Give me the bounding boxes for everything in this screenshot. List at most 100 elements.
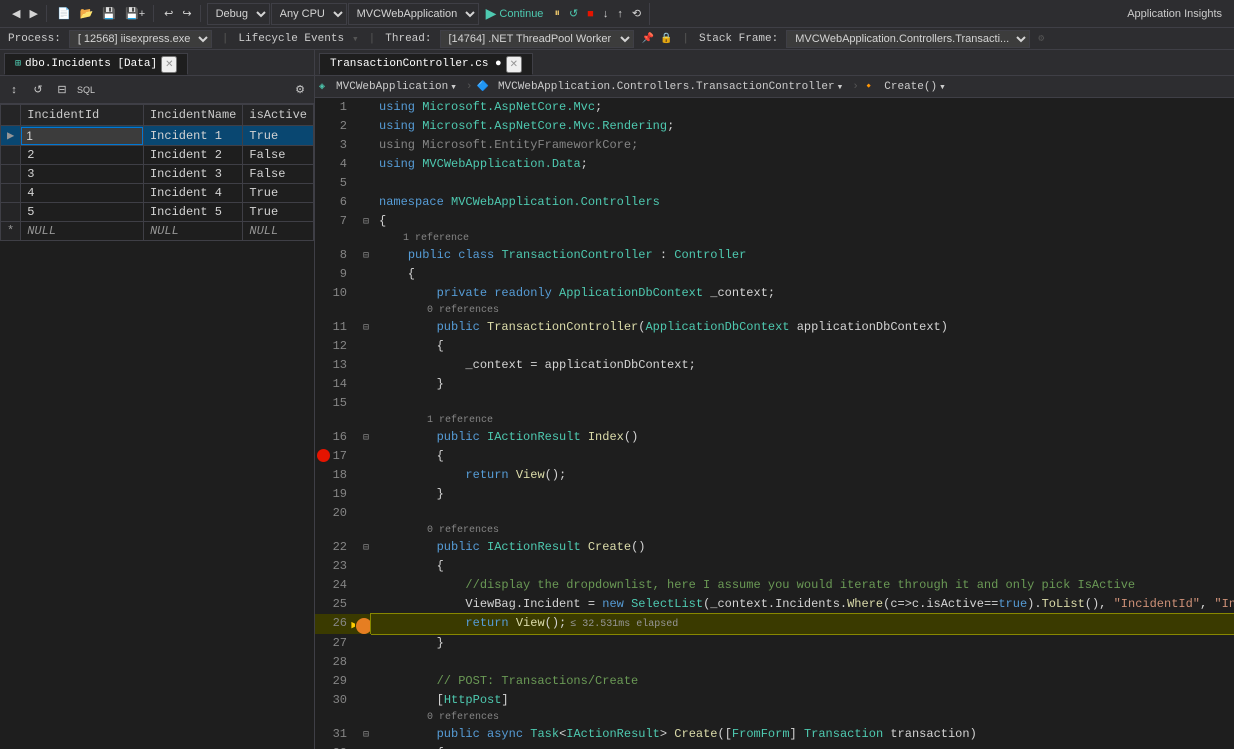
code-line-25: 25 ViewBag.Incident = new SelectList(_co… (315, 595, 1234, 614)
data-tab-label: dbo.Incidents [Data] (25, 58, 157, 70)
table-row[interactable]: ▶ Incident 1 True (1, 126, 314, 146)
editor-tab[interactable]: TransactionController.cs ● ✕ (319, 53, 533, 75)
row-id-cell[interactable]: 2 (21, 146, 144, 165)
step-over-button[interactable]: ⏸ (550, 5, 564, 22)
code-line-28: 28 (315, 653, 1234, 672)
row-active-cell[interactable]: True (243, 203, 314, 222)
editor-nav-bar: ◈ MVCWebApplication ▾ › 🔷 MVCWebApplicat… (315, 76, 1234, 98)
thread-select[interactable]: [14764] .NET ThreadPool Worker (440, 30, 634, 48)
row-new-indicator: * (1, 222, 21, 241)
save-all-button[interactable]: 💾+ (121, 5, 149, 22)
project-dropdown[interactable]: MVCWebApplication (348, 3, 479, 25)
step-into-button[interactable]: ↓ (599, 6, 613, 22)
code-line-11: 11 ⊟ public TransactionController(Applic… (315, 318, 1234, 337)
open-file-button[interactable]: 📂 (76, 5, 98, 22)
table-row[interactable]: 2 Incident 2 False (1, 146, 314, 165)
row-active-cell[interactable]: False (243, 146, 314, 165)
step-back-button[interactable]: ⟲ (628, 5, 645, 22)
data-tab-close[interactable]: ✕ (161, 56, 177, 73)
code-line-20: 20 (315, 504, 1234, 523)
row-active-cell[interactable]: True (243, 126, 314, 146)
code-editor[interactable]: 1 using Microsoft.AspNetCore.Mvc; 2 usin… (315, 98, 1234, 749)
nav-group: ◀ ▶ (4, 5, 47, 22)
editor-tab-label: TransactionController.cs ● (330, 58, 502, 70)
new-file-button[interactable]: 📄 (53, 5, 75, 22)
restart-button[interactable]: ↺ (565, 5, 582, 22)
row-id-cell[interactable]: 3 (21, 165, 144, 184)
null-name-cell[interactable]: NULL (143, 222, 242, 241)
data-tab[interactable]: ⊞ dbo.Incidents [Data] ✕ (4, 53, 188, 75)
sort-button[interactable]: ↕ (4, 80, 24, 100)
code-line-29: 29 // POST: Transactions/Create (315, 672, 1234, 691)
row-name-cell[interactable]: Incident 2 (143, 146, 242, 165)
row-id-cell[interactable]: 4 (21, 184, 144, 203)
undo-redo-group: ↩ ↪ (156, 5, 200, 22)
data-tab-bar: ⊞ dbo.Incidents [Data] ✕ (0, 50, 314, 76)
project-breadcrumb[interactable]: MVCWebApplication ▾ (331, 78, 462, 96)
editor-tab-close[interactable]: ✕ (506, 56, 522, 73)
code-line-8-hint: 1 reference (315, 231, 1234, 246)
col-indicator-header (1, 105, 21, 126)
save-button[interactable]: 💾 (98, 5, 120, 22)
back-button[interactable]: ◀ (8, 5, 24, 22)
stop-button[interactable]: ■ (583, 6, 598, 22)
id-edit-input[interactable] (21, 127, 143, 145)
code-line-7: 7 ⊟ { (315, 212, 1234, 231)
code-line-3: 3 using Microsoft.EntityFrameworkCore; (315, 136, 1234, 155)
row-active-cell[interactable]: True (243, 184, 314, 203)
code-line-22: 22 ⊟ public IActionResult Create() (315, 538, 1234, 557)
row-indicator: ▶ (1, 126, 21, 146)
table-row[interactable]: 5 Incident 5 True (1, 203, 314, 222)
step-out-button[interactable]: ↑ (613, 6, 627, 22)
null-id-cell[interactable]: NULL (21, 222, 144, 241)
row-name-cell[interactable]: Incident 1 (143, 126, 242, 146)
row-indicator (1, 146, 21, 165)
continue-button[interactable]: ▶ Continue (480, 3, 550, 24)
data-grid[interactable]: IncidentId IncidentName isActive ▶ Incid… (0, 104, 314, 749)
data-tab-icon: ⊞ (15, 58, 21, 70)
script-button[interactable]: SQL (76, 80, 96, 100)
row-id-cell[interactable] (21, 126, 144, 146)
code-line-32: 32 { (315, 744, 1234, 749)
row-name-cell[interactable]: Incident 4 (143, 184, 242, 203)
process-label: Process: (8, 33, 61, 45)
table-row[interactable]: 3 Incident 3 False (1, 165, 314, 184)
code-line-15: 15 (315, 394, 1234, 413)
code-line-8: 8 ⊟ public class TransactionController :… (315, 246, 1234, 265)
code-line-21-hint: 0 references (315, 523, 1234, 538)
row-indicator (1, 184, 21, 203)
process-select[interactable]: [ 12568] iisexpress.exe (69, 30, 212, 48)
code-line-14: 14 } (315, 375, 1234, 394)
forward-button[interactable]: ▶ (25, 5, 41, 22)
code-line-18: 18 return View(); (315, 466, 1234, 485)
code-line-13: 13 _context = applicationDbContext; (315, 356, 1234, 375)
code-line-16: 16 ⊟ public IActionResult Index() (315, 428, 1234, 447)
col-incidentid-header[interactable]: IncidentId (21, 105, 144, 126)
filter-button[interactable]: ⊟ (52, 80, 72, 100)
row-id-cell[interactable]: 5 (21, 203, 144, 222)
row-name-cell[interactable]: Incident 3 (143, 165, 242, 184)
row-active-cell[interactable]: False (243, 165, 314, 184)
main-toolbar: ◀ ▶ 📄 📂 💾 💾+ ↩ ↪ Debug Any CPU MVCWebApp… (0, 0, 1234, 28)
mvc-icon: ◈ (319, 81, 325, 93)
table-row[interactable]: 4 Incident 4 True (1, 184, 314, 203)
user-avatar (356, 618, 372, 634)
settings-button[interactable]: ⚙ (290, 80, 310, 100)
redo-button[interactable]: ↪ (178, 5, 195, 22)
table-row-null[interactable]: * NULL NULL NULL (1, 222, 314, 241)
method-icon: 🔸 (863, 81, 875, 93)
debug-dropdown[interactable]: Debug (207, 3, 270, 25)
row-name-cell[interactable]: Incident 5 (143, 203, 242, 222)
stack-frame-select[interactable]: MVCWebApplication.Controllers.Transacti.… (786, 30, 1030, 48)
refresh-button[interactable]: ↺ (28, 80, 48, 100)
class-breadcrumb[interactable]: MVCWebApplication.Controllers.Transactio… (493, 78, 848, 96)
undo-button[interactable]: ↩ (160, 5, 177, 22)
app-insights-button[interactable]: Application Insights (1119, 6, 1230, 22)
method-breadcrumb[interactable]: Create() ▾ (879, 78, 950, 96)
code-line-26: 26 ▶ return View();≤ 32.531ms elapsed (315, 614, 1234, 634)
null-active-cell[interactable]: NULL (243, 222, 314, 241)
platform-dropdown[interactable]: Any CPU (271, 3, 347, 25)
col-incidentname-header[interactable]: IncidentName (143, 105, 242, 126)
content-area: ⊞ dbo.Incidents [Data] ✕ ↕ ↺ ⊟ SQL ⚙ (0, 50, 1234, 749)
col-isactive-header[interactable]: isActive (243, 105, 314, 126)
